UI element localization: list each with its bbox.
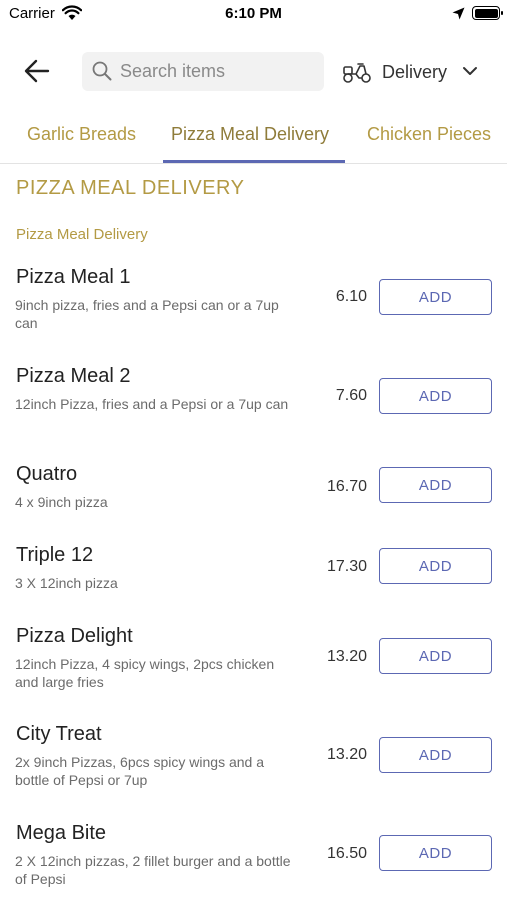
item-name: Pizza Meal 1 — [16, 266, 131, 288]
item-name: Triple 12 — [16, 544, 94, 566]
item-description: 4 x 9inch pizza — [15, 494, 108, 510]
item-price: 13.20 — [326, 746, 367, 763]
item-price: 6.10 — [335, 288, 367, 305]
tab-chicken-pieces[interactable]: Chicken Pieces — [367, 124, 491, 145]
add-button[interactable]: ADD — [379, 548, 492, 584]
status-bar: Carrier 6:10 PM — [0, 0, 507, 30]
tab-pizza-meal-delivery[interactable]: Pizza Meal Delivery — [171, 124, 329, 145]
item-price: 16.50 — [326, 845, 367, 862]
item-price: 16.70 — [326, 478, 367, 495]
active-tab-indicator — [163, 160, 345, 163]
item-name: Mega Bite — [16, 822, 107, 844]
section-subtitle: Pizza Meal Delivery — [16, 226, 148, 243]
item-description: 9inch pizza, fries and a Pepsi can or a … — [15, 297, 279, 331]
add-button[interactable]: ADD — [379, 378, 492, 414]
item-name: Pizza Meal 2 — [16, 365, 131, 387]
item-description: 12inch Pizza, fries and a Pepsi or a 7up… — [15, 396, 289, 412]
status-time: 6:10 PM — [225, 5, 282, 22]
item-name: City Treat — [16, 723, 102, 745]
item-name: Pizza Delight — [16, 625, 133, 647]
scooter-icon — [343, 63, 371, 83]
category-tabs: Garlic Breads Pizza Meal Delivery Chicke… — [0, 112, 507, 164]
battery-icon — [472, 6, 503, 20]
item-price: 7.60 — [335, 387, 367, 404]
add-button[interactable]: ADD — [379, 638, 492, 674]
add-button[interactable]: ADD — [379, 835, 492, 871]
chevron-down-icon — [463, 67, 477, 75]
location-arrow-icon — [452, 7, 465, 20]
back-arrow-icon[interactable] — [22, 56, 52, 86]
add-button[interactable]: ADD — [379, 467, 492, 503]
item-price: 13.20 — [326, 648, 367, 665]
header: Delivery — [0, 48, 507, 94]
delivery-label: Delivery — [382, 62, 448, 82]
delivery-mode-select[interactable]: Delivery — [340, 52, 490, 91]
add-button[interactable]: ADD — [379, 279, 492, 315]
item-name: Quatro — [16, 463, 78, 485]
add-button[interactable]: ADD — [379, 737, 492, 773]
search-input[interactable] — [120, 52, 316, 91]
item-description: 2 X 12inch pizzas, 2 fillet burger and a… — [15, 853, 291, 887]
tab-garlic-breads[interactable]: Garlic Breads — [27, 124, 136, 145]
item-description: 12inch Pizza, 4 spicy wings, 2pcs chicke… — [15, 656, 275, 690]
section-title: PIZZA MEAL DELIVERY — [16, 177, 245, 199]
item-description: 2x 9inch Pizzas, 6pcs spicy wings and a … — [15, 754, 265, 788]
search-box[interactable] — [82, 52, 324, 91]
item-description: 3 X 12inch pizza — [15, 575, 118, 591]
search-icon — [92, 61, 112, 81]
item-price: 17.30 — [326, 558, 367, 575]
